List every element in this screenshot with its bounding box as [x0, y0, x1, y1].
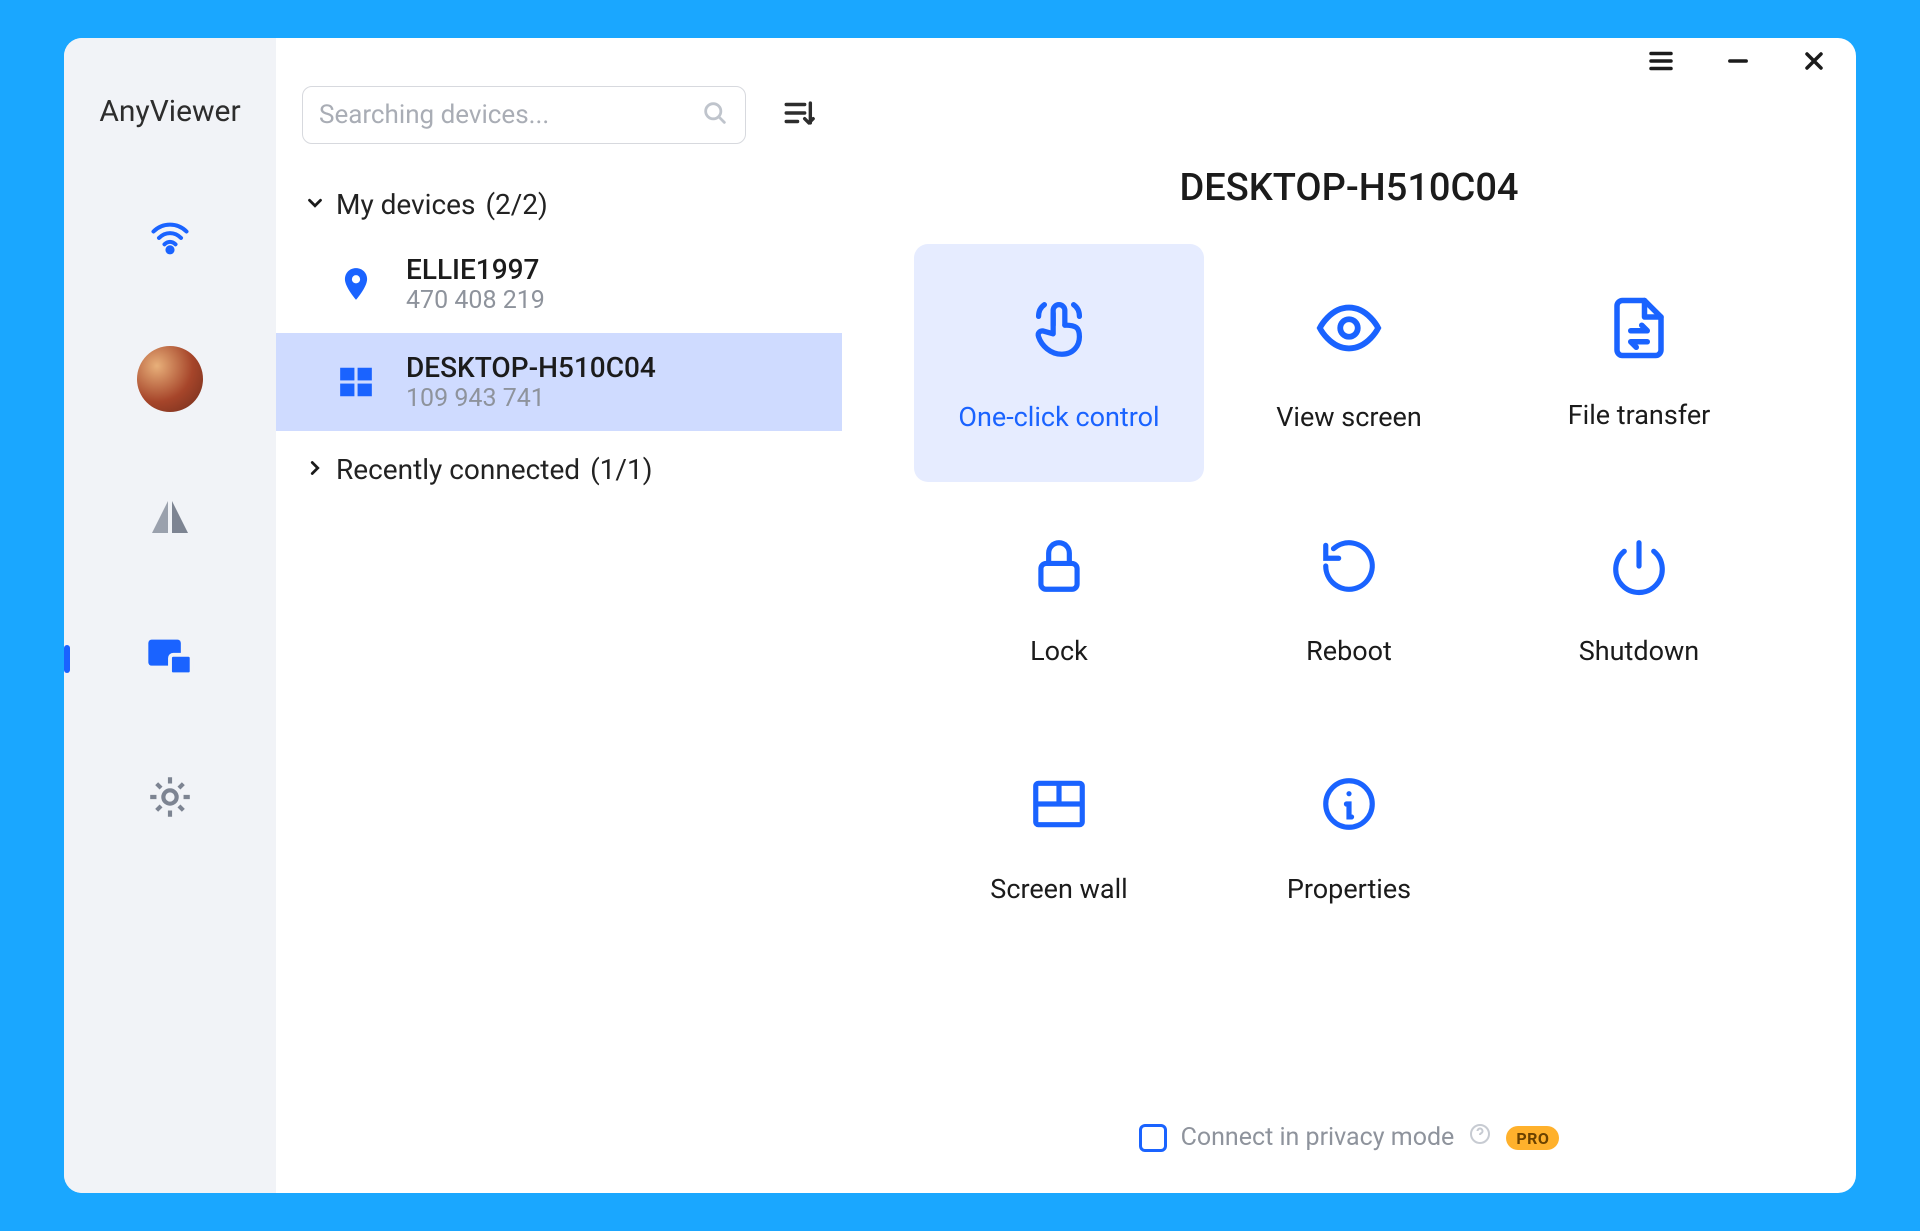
privacy-label: Connect in privacy mode — [1181, 1123, 1455, 1152]
count: (2/2) — [485, 188, 547, 221]
minimize-button[interactable] — [1724, 47, 1752, 79]
menu-icon[interactable] — [1646, 46, 1676, 80]
privacy-checkbox[interactable] — [1139, 1124, 1167, 1152]
chevron-down-icon — [304, 188, 326, 221]
label: Lock — [1030, 635, 1088, 667]
touch-icon — [1024, 293, 1094, 367]
reboot-icon — [1318, 535, 1380, 601]
tree-recent[interactable]: Recently connected (1/1) — [276, 439, 842, 500]
sort-icon[interactable] — [782, 96, 816, 134]
sidebar: AnyViewer — [64, 38, 276, 1193]
device-item[interactable]: ELLIE1997 470 408 219 — [276, 235, 842, 333]
devices-icon — [144, 631, 196, 687]
label: Reboot — [1306, 635, 1392, 667]
main-area: My devices (2/2) ELLIE1997 470 408 219 — [276, 38, 1856, 1193]
avatar — [137, 346, 203, 412]
brand-label: AnyViewer — [99, 94, 240, 129]
nav-settings[interactable] — [64, 759, 276, 839]
grid-icon — [1028, 773, 1090, 839]
tree-my-devices[interactable]: My devices (2/2) — [276, 174, 842, 235]
nav-devices[interactable] — [64, 619, 276, 699]
file-transfer-icon — [1606, 295, 1672, 365]
label: My devices — [336, 188, 475, 221]
action-one-click-control[interactable]: One-click control — [914, 244, 1204, 482]
nav-account[interactable] — [64, 339, 276, 419]
action-properties[interactable]: Properties — [1204, 720, 1494, 958]
selected-device-title: DESKTOP-H510C04 — [842, 166, 1856, 210]
action-reboot[interactable]: Reboot — [1204, 482, 1494, 720]
label: Screen wall — [990, 873, 1127, 905]
label: Recently connected — [336, 453, 580, 486]
app-window: AnyViewer — [64, 38, 1856, 1193]
device-item[interactable]: DESKTOP-H510C04 109 943 741 — [276, 333, 842, 431]
chevron-right-icon — [304, 453, 326, 486]
count: (1/1) — [590, 453, 652, 486]
actions-grid: One-click control View screen — [842, 244, 1856, 958]
search-input[interactable] — [319, 100, 701, 130]
action-file-transfer[interactable]: File transfer — [1494, 244, 1784, 482]
info-icon — [1318, 773, 1380, 839]
device-id: 470 408 219 — [406, 286, 545, 315]
device-name: ELLIE1997 — [406, 253, 545, 286]
nav-connect[interactable] — [64, 199, 276, 279]
label: Shutdown — [1579, 635, 1699, 667]
privacy-mode-row: Connect in privacy mode PRO — [842, 1122, 1856, 1153]
action-view-screen[interactable]: View screen — [1204, 244, 1494, 482]
nav-direct[interactable] — [64, 479, 276, 559]
pro-badge: PRO — [1506, 1126, 1559, 1150]
label: One-click control — [958, 401, 1159, 433]
label: Properties — [1287, 873, 1411, 905]
search-icon — [701, 99, 729, 131]
detail-panel: DESKTOP-H510C04 One-click control — [842, 38, 1856, 1193]
mirror-icon — [146, 493, 194, 545]
wifi-icon — [148, 215, 192, 263]
device-list-panel: My devices (2/2) ELLIE1997 470 408 219 — [276, 38, 842, 1193]
action-lock[interactable]: Lock — [914, 482, 1204, 720]
device-name: DESKTOP-H510C04 — [406, 351, 656, 384]
close-button[interactable] — [1800, 47, 1828, 79]
search-input-wrap[interactable] — [302, 86, 746, 144]
lock-icon — [1028, 535, 1090, 601]
windows-icon — [332, 363, 380, 401]
action-screen-wall[interactable]: Screen wall — [914, 720, 1204, 958]
location-icon — [332, 265, 380, 303]
help-icon[interactable] — [1468, 1122, 1492, 1153]
label: File transfer — [1568, 399, 1711, 431]
eye-icon — [1314, 293, 1384, 367]
action-shutdown[interactable]: Shutdown — [1494, 482, 1784, 720]
label: View screen — [1276, 401, 1422, 433]
power-icon — [1608, 535, 1670, 601]
device-id: 109 943 741 — [406, 384, 656, 413]
gear-icon — [145, 772, 195, 826]
